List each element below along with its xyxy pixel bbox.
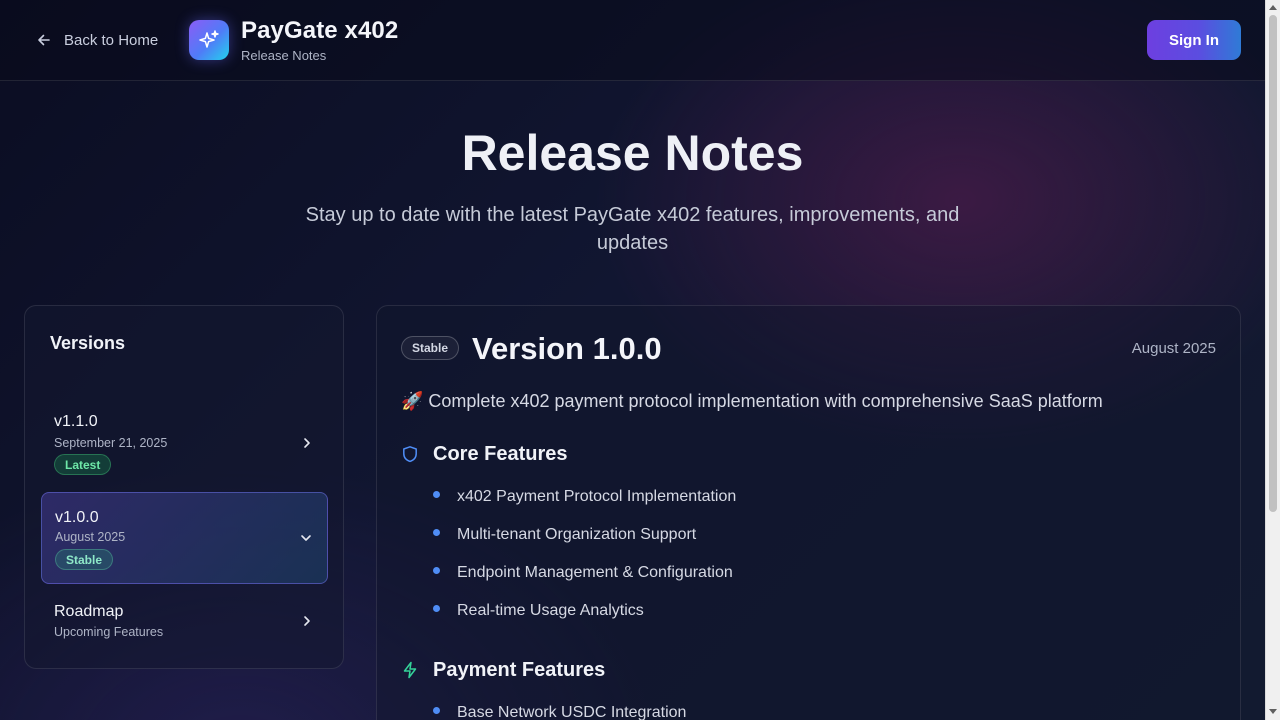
brand-logo <box>189 20 229 60</box>
page-scrollbar[interactable] <box>1265 0 1280 720</box>
chevron-right-icon <box>304 616 310 626</box>
chevron-right-icon <box>304 438 310 448</box>
shield-icon <box>403 446 417 463</box>
version-name: v1.0.0 <box>55 509 99 526</box>
stable-badge: Stable <box>55 549 114 570</box>
version-name: v1.1.0 <box>54 413 98 430</box>
back-link-label: Back to Home <box>64 31 159 49</box>
bullet-dot <box>433 491 440 498</box>
feature-text: x402 Payment Protocol Implementation <box>457 488 737 505</box>
page-subtitle: Stay up to date with the latest PayGate … <box>305 204 960 254</box>
brand-subtitle: Release Notes <box>241 48 327 63</box>
bullet-dot <box>433 707 440 714</box>
release-details-panel: Stable Version 1.0.0 August 2025 🚀 Compl… <box>376 305 1241 720</box>
version-date: Upcoming Features <box>54 625 164 639</box>
release-title: Version 1.0.0 <box>472 331 662 366</box>
page-title: Release Notes <box>461 125 804 181</box>
scrollbar-thumb[interactable] <box>1269 15 1277 512</box>
versions-sidebar: Versions v1.1.0 September 21, 2025 Lates… <box>24 305 344 669</box>
version-name: Roadmap <box>54 603 124 620</box>
feature-text: Base Network USDC Integration <box>457 704 687 720</box>
top-header: Back to Home PayGate x402 Release Notes … <box>0 0 1265 81</box>
section-title: Payment Features <box>433 658 606 681</box>
feature-text: Real-time Usage Analytics <box>457 602 644 619</box>
version-date: August 2025 <box>55 530 126 544</box>
bullet-dot <box>433 529 440 536</box>
sidebar-item-v1-1-0[interactable]: v1.1.0 September 21, 2025 Latest <box>41 401 328 481</box>
bullet-dot <box>433 605 440 612</box>
scroll-down-arrow-icon[interactable] <box>1269 709 1277 714</box>
brand-name: PayGate x402 <box>241 17 399 44</box>
sidebar-item-roadmap[interactable]: Roadmap Upcoming Features <box>41 594 328 648</box>
section-title: Core Features <box>433 442 568 465</box>
section-core-features: Core Features <box>401 441 568 467</box>
release-status-badge: Stable <box>401 336 460 360</box>
sidebar-item-v1-0-0[interactable]: v1.0.0 August 2025 Stable <box>41 492 328 584</box>
arrow-left-icon <box>38 34 50 46</box>
version-date: September 21, 2025 <box>54 436 168 450</box>
scroll-up-arrow-icon[interactable] <box>1269 5 1277 10</box>
sign-in-button[interactable]: Sign In <box>1147 20 1241 60</box>
feature-text: Multi-tenant Organization Support <box>457 526 697 543</box>
release-summary: 🚀 Complete x402 payment protocol impleme… <box>401 391 1103 411</box>
lightning-icon <box>403 661 417 679</box>
chevron-down-icon <box>301 535 311 541</box>
sparkles-icon <box>199 30 219 48</box>
back-to-home-link[interactable]: Back to Home <box>36 28 158 52</box>
bullet-dot <box>433 567 440 574</box>
feature-text: Endpoint Management & Configuration <box>457 564 733 581</box>
sidebar-title: Versions <box>50 333 126 353</box>
release-date: August 2025 <box>1131 340 1216 357</box>
latest-badge: Latest <box>54 454 112 475</box>
section-payment-features: Payment Features <box>401 657 605 683</box>
